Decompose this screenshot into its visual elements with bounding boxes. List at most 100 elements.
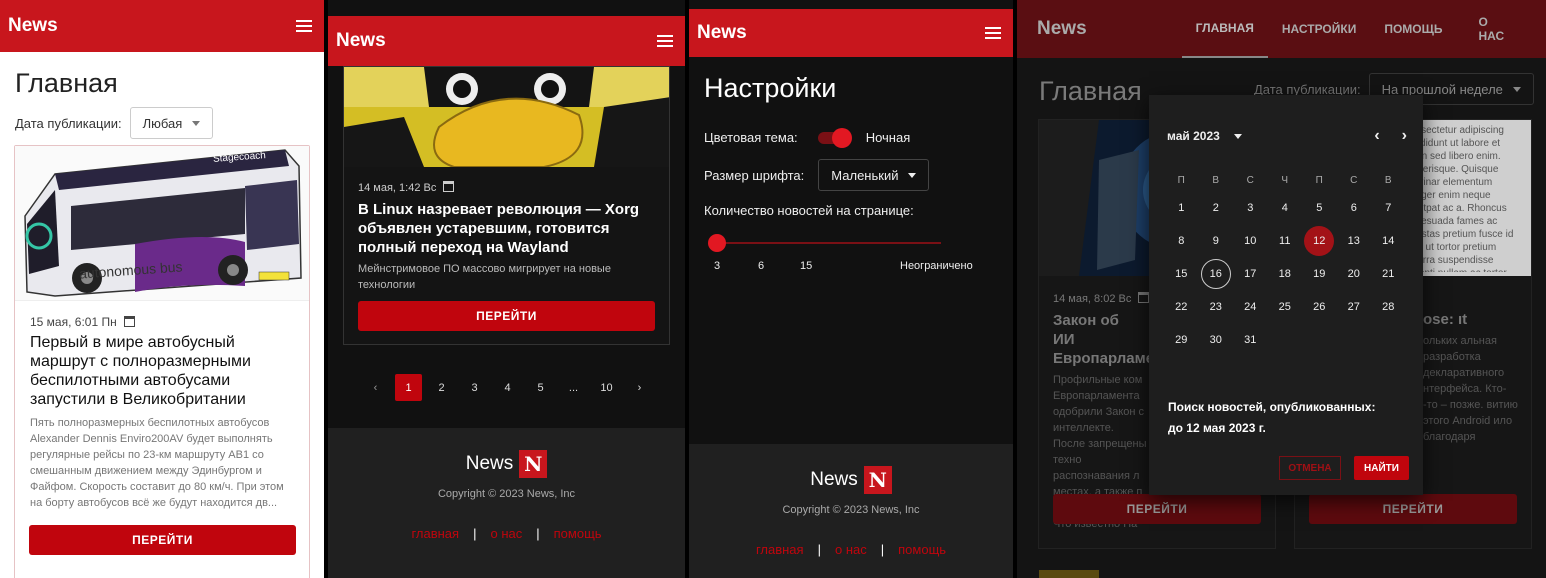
calendar-day[interactable]: 10 — [1233, 224, 1268, 257]
chevron-right-icon[interactable]: › — [1402, 127, 1407, 145]
card-date: 14 мая, 8:02 Вс — [1053, 293, 1132, 305]
page-button[interactable]: 3 — [461, 374, 488, 401]
calendar-day-label: 14 — [1382, 234, 1395, 247]
calendar-day[interactable]: 24 — [1233, 290, 1268, 323]
calendar-day[interactable]: 3 — [1233, 191, 1268, 224]
calendar-day[interactable]: 20 — [1337, 257, 1372, 290]
calendar-day[interactable]: 17 — [1233, 257, 1268, 290]
card-title[interactable]: Первый в мире автобусный маршрут с полно… — [30, 333, 297, 409]
calendar-day[interactable]: 12 — [1302, 224, 1337, 257]
footer-link-home[interactable]: главная — [411, 526, 459, 541]
month-select[interactable]: май 2023 — [1167, 129, 1242, 143]
calendar-day[interactable]: 11 — [1268, 224, 1303, 257]
brand-logo[interactable]: News — [8, 15, 58, 37]
footer-link-help[interactable]: помощь — [898, 542, 946, 557]
count-slider[interactable] — [708, 234, 941, 252]
date-picker-dialog: май 2023 ‹ › П В С Ч П С В 1 2 3 4 5 6 7 8 9 10 11 12 13 14 1… — [1149, 95, 1423, 495]
theme-toggle[interactable] — [817, 127, 852, 148]
card-title[interactable]: В Linux назревает революция — Xorg объяв… — [358, 200, 657, 257]
calendar-day[interactable]: 4 — [1268, 191, 1303, 224]
calendar-day[interactable]: 19 — [1302, 257, 1337, 290]
footer-logo: N — [863, 466, 892, 494]
calendar-day[interactable]: 5 — [1302, 191, 1337, 224]
brand-logo[interactable]: News — [336, 30, 386, 52]
page-button[interactable]: 1 — [395, 374, 422, 401]
footer-separator: | — [473, 526, 477, 541]
menu-icon[interactable] — [657, 35, 673, 47]
calendar-day-label: 9 — [1212, 234, 1219, 247]
footer-link-help[interactable]: помощь — [554, 526, 602, 541]
tick-label: Неограничено — [900, 260, 973, 272]
calendar-day[interactable]: 16 — [1199, 257, 1234, 290]
news-image[interactable]: autonomous bus Stagecoach — [15, 146, 309, 301]
card-title[interactable]: ose: ıt — [1423, 310, 1519, 329]
page-title: Главная — [15, 68, 118, 98]
chevron-left-icon[interactable]: ‹ — [1374, 127, 1379, 145]
calendar-day[interactable]: 13 — [1337, 224, 1372, 257]
chevron-right-icon[interactable]: › — [626, 374, 653, 401]
calendar-day[interactable]: 8 — [1164, 224, 1199, 257]
calendar-day[interactable]: 15 — [1164, 257, 1199, 290]
calendar-day[interactable]: 22 — [1164, 290, 1199, 323]
tab-about[interactable]: О НАС — [1457, 0, 1527, 58]
calendar-day[interactable]: 30 — [1199, 323, 1234, 356]
news-image[interactable] — [344, 67, 669, 167]
tab-settings[interactable]: НАСТРОЙКИ — [1268, 0, 1370, 58]
calendar-day[interactable]: 14 — [1371, 224, 1406, 257]
page-title: Настройки — [704, 73, 837, 103]
calendar-day[interactable]: 1 — [1164, 191, 1199, 224]
page-button[interactable]: 5 — [527, 374, 554, 401]
calendar-header: май 2023 ‹ › — [1149, 95, 1423, 145]
calendar-day[interactable]: 21 — [1371, 257, 1406, 290]
pagination: ‹ 1 2 3 4 5 ... 10 › — [362, 374, 653, 401]
font-select[interactable]: Маленький — [818, 159, 930, 191]
calendar-day[interactable]: 6 — [1337, 191, 1372, 224]
brand-logo[interactable]: News — [1037, 18, 1087, 40]
calendar-day-label: 15 — [1175, 267, 1188, 280]
read-more-button[interactable]: ПЕРЕЙТИ — [358, 301, 655, 331]
footer-link-home[interactable]: главная — [756, 542, 804, 557]
calendar-day[interactable]: 27 — [1337, 290, 1372, 323]
chevron-left-icon[interactable]: ‹ — [362, 374, 389, 401]
calendar-icon — [1138, 292, 1150, 303]
calendar-day[interactable]: 18 — [1268, 257, 1303, 290]
calendar-day-label: 13 — [1347, 234, 1360, 247]
cancel-button[interactable]: ОТМЕНА — [1279, 456, 1341, 480]
calendar-day[interactable]: 28 — [1371, 290, 1406, 323]
copyright: Copyright © 2023 News, Inc — [782, 504, 920, 516]
calendar-day[interactable]: 7 — [1371, 191, 1406, 224]
page-button[interactable]: 2 — [428, 374, 455, 401]
footer-brand-text: News — [465, 453, 514, 474]
calendar-day[interactable]: 2 — [1199, 191, 1234, 224]
calendar-day[interactable]: 25 — [1268, 290, 1303, 323]
calendar-day-label: 16 — [1200, 258, 1231, 289]
card-title[interactable]: Закон об ИИ Европарламе — [1053, 311, 1154, 368]
find-button[interactable]: НАЙТИ — [1354, 456, 1409, 480]
mobile-dark-settings: News Настройки Цветовая тема: Ночная Раз… — [689, 0, 1013, 578]
footer-link-about[interactable]: о нас — [835, 542, 867, 557]
calendar-day[interactable]: 9 — [1199, 224, 1234, 257]
footer-link-about[interactable]: о нас — [490, 526, 522, 541]
brand-logo[interactable]: News — [697, 22, 747, 44]
calendar-day[interactable]: 31 — [1233, 323, 1268, 356]
menu-icon[interactable] — [985, 27, 1001, 39]
menu-icon[interactable] — [296, 20, 312, 32]
calendar-icon — [124, 316, 136, 327]
weekday-header: Ч — [1281, 174, 1289, 186]
read-more-button[interactable]: ПЕРЕЙТИ — [1053, 494, 1261, 524]
mobile-dark-article: News 14 мая, 1:42 Вс В Linux назревает р… — [328, 0, 685, 578]
date-filter-select[interactable]: Любая — [129, 107, 214, 139]
tab-help[interactable]: ПОМОЩЬ — [1370, 0, 1456, 58]
read-more-button[interactable]: ПЕРЕЙТИ — [29, 525, 296, 555]
month-label: май 2023 — [1167, 129, 1220, 143]
slider-thumb[interactable] — [708, 234, 726, 252]
calendar-day-label: 6 — [1350, 201, 1357, 214]
page-button[interactable]: 10 — [593, 374, 620, 401]
page-button[interactable]: 4 — [494, 374, 521, 401]
tab-home[interactable]: ГЛАВНАЯ — [1181, 0, 1268, 58]
calendar-day[interactable]: 26 — [1302, 290, 1337, 323]
app-bar: News ГЛАВНАЯ НАСТРОЙКИ ПОМОЩЬ О НАС — [1017, 0, 1546, 58]
read-more-button[interactable]: ПЕРЕЙТИ — [1309, 494, 1517, 524]
calendar-day[interactable]: 29 — [1164, 323, 1199, 356]
calendar-day[interactable]: 23 — [1199, 290, 1234, 323]
